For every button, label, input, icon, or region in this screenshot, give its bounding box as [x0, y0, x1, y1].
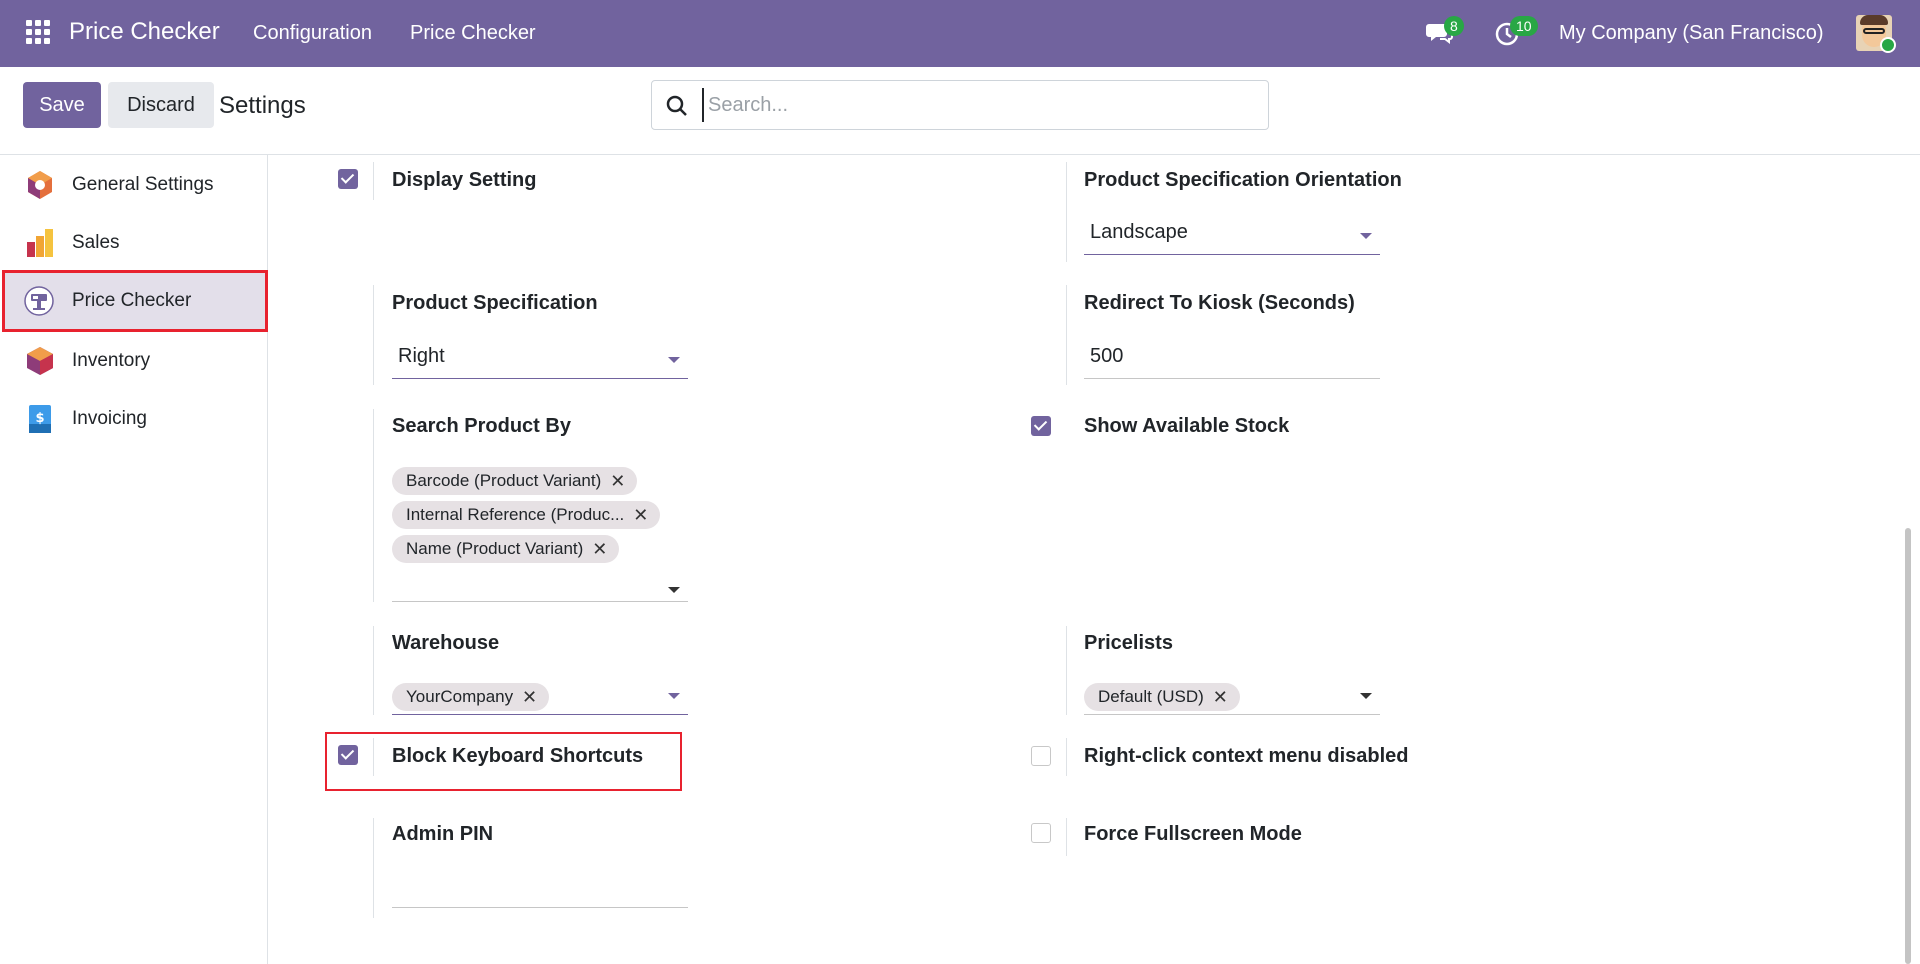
chevron-down-icon — [668, 587, 680, 593]
company-switcher[interactable]: My Company (San Francisco) — [1559, 22, 1824, 45]
search-by-tag: Name (Product Variant) ✕ — [392, 535, 620, 563]
product-spec-orientation-label: Product Specification Orientation — [1084, 169, 1402, 191]
divider — [1066, 285, 1067, 385]
sidebar-item-label: Invoicing — [72, 408, 147, 429]
search-product-by-label: Search Product By — [392, 415, 571, 437]
divider — [1066, 626, 1067, 715]
sidebar-item-label: Price Checker — [72, 290, 192, 311]
remove-tag-icon[interactable]: ✕ — [610, 467, 625, 495]
chevron-down-icon — [668, 357, 680, 363]
divider — [373, 626, 374, 715]
redirect-to-kiosk-label: Redirect To Kiosk (Seconds) — [1084, 292, 1355, 314]
divider — [373, 285, 374, 385]
admin-pin-input[interactable] — [392, 868, 688, 908]
search-by-tag: Barcode (Product Variant) ✕ — [392, 467, 638, 495]
sidebar-item-sales[interactable]: Sales — [0, 214, 268, 272]
save-button[interactable]: Save — [23, 82, 101, 128]
search-input[interactable] — [702, 88, 1257, 122]
force-fullscreen-label: Force Fullscreen Mode — [1084, 823, 1302, 845]
divider — [1066, 818, 1067, 856]
block-keyboard-shortcuts-checkbox[interactable] — [338, 745, 358, 765]
apps-grid-icon[interactable] — [26, 20, 50, 44]
divider — [1066, 162, 1067, 262]
right-click-disabled-checkbox[interactable] — [1031, 746, 1051, 766]
product-specification-select[interactable]: Right — [392, 339, 688, 379]
top-navbar: Price Checker Configuration Price Checke… — [0, 0, 1920, 67]
divider — [373, 162, 374, 200]
product-spec-orientation-select[interactable]: Landscape — [1084, 215, 1380, 255]
remove-tag-icon[interactable]: ✕ — [592, 535, 607, 563]
invoicing-icon: $ — [29, 405, 51, 433]
search-icon — [666, 95, 687, 116]
remove-tag-icon[interactable]: ✕ — [522, 683, 537, 711]
sidebar-item-label: General Settings — [72, 174, 214, 195]
pricelist-tag: Default (USD) ✕ — [1084, 683, 1240, 711]
chevron-down-icon — [668, 693, 680, 699]
sidebar-item-label: Sales — [72, 232, 120, 253]
sales-icon — [27, 229, 53, 257]
product-specification-value: Right — [398, 345, 445, 367]
search-product-by-select[interactable] — [392, 562, 688, 602]
product-specification-label: Product Specification — [392, 292, 598, 314]
svg-text:$: $ — [35, 411, 44, 426]
divider — [373, 818, 374, 918]
admin-pin-label: Admin PIN — [392, 823, 494, 845]
display-setting-label: Display Setting — [392, 169, 537, 191]
general-settings-icon — [28, 171, 52, 199]
sidebar-item-inventory[interactable]: Inventory — [0, 332, 268, 390]
sidebar-item-label: Inventory — [72, 350, 151, 371]
redirect-to-kiosk-value: 500 — [1090, 345, 1124, 367]
app-brand[interactable]: Price Checker — [69, 18, 220, 46]
product-spec-orientation-value: Landscape — [1090, 221, 1188, 243]
page-title: Settings — [219, 92, 306, 119]
remove-tag-icon[interactable]: ✕ — [1213, 683, 1228, 711]
warehouse-label: Warehouse — [392, 632, 500, 654]
search-by-tag: Internal Reference (Produc... ✕ — [392, 501, 661, 529]
activities-badge: 10 — [1510, 16, 1538, 36]
scrollbar-thumb[interactable] — [1905, 528, 1911, 964]
remove-tag-icon[interactable]: ✕ — [633, 501, 648, 529]
inventory-icon — [27, 347, 53, 375]
show-available-stock-label: Show Available Stock — [1084, 415, 1290, 437]
show-available-stock-checkbox[interactable] — [1031, 416, 1051, 436]
nav-menu-configuration[interactable]: Configuration — [253, 22, 372, 45]
sidebar-item-invoicing[interactable]: $ Invoicing — [0, 390, 268, 448]
chevron-down-icon — [1360, 693, 1372, 699]
block-keyboard-shortcuts-label: Block Keyboard Shortcuts — [392, 745, 644, 767]
divider — [1066, 738, 1067, 776]
pricelists-label: Pricelists — [1084, 632, 1173, 654]
divider — [373, 409, 374, 602]
force-fullscreen-checkbox[interactable] — [1031, 823, 1051, 843]
online-status-icon — [1880, 37, 1896, 53]
price-checker-icon — [24, 286, 54, 316]
redirect-to-kiosk-input[interactable]: 500 — [1084, 339, 1380, 379]
chevron-down-icon — [1360, 233, 1372, 239]
display-setting-checkbox[interactable] — [338, 169, 358, 189]
sidebar-item-price-checker[interactable]: Price Checker — [2, 270, 268, 332]
right-click-disabled-label: Right-click context menu disabled — [1084, 745, 1409, 767]
divider — [373, 738, 374, 776]
messages-badge: 8 — [1444, 16, 1464, 36]
warehouse-tag: YourCompany ✕ — [392, 683, 550, 711]
sidebar-item-general-settings[interactable]: General Settings — [0, 156, 268, 214]
nav-menu-price-checker[interactable]: Price Checker — [410, 22, 536, 45]
discard-button[interactable]: Discard — [108, 82, 214, 128]
